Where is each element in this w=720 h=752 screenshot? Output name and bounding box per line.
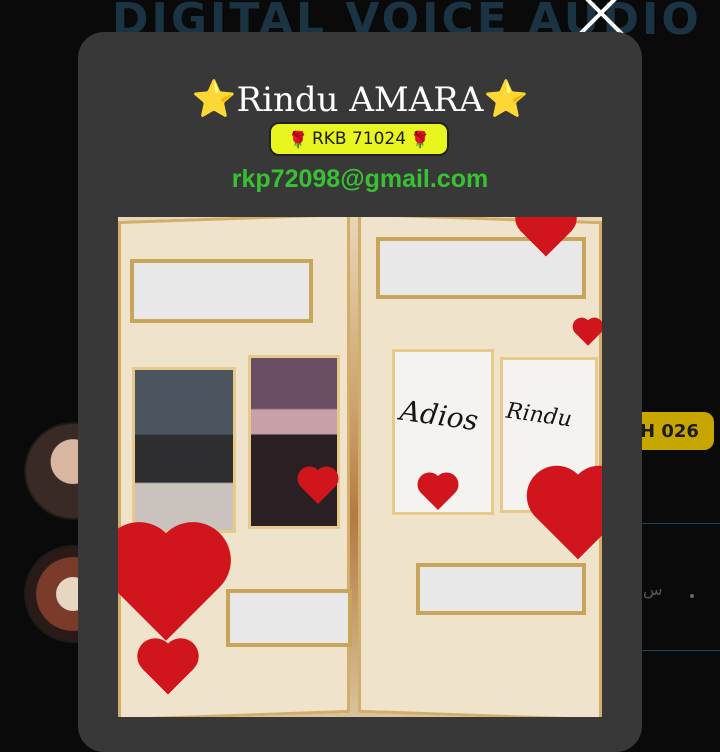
star-icon: ⭐ (191, 79, 237, 120)
dot-icon (690, 594, 694, 598)
profile-photo: Adios Rindu (118, 217, 602, 717)
photo-banner (130, 259, 313, 323)
rose-icon: 🌹 (410, 129, 430, 149)
profile-name: Rindu AMARA (236, 80, 484, 120)
profile-modal: ⭐Rindu AMARA⭐ 🌹 RKB 71024 🌹 rkp72098@gma… (78, 32, 642, 752)
rose-icon: 🌹 (288, 129, 308, 149)
divider (640, 650, 720, 651)
profile-title: ⭐Rindu AMARA⭐ (78, 78, 642, 120)
user-id-tag: 🌹 RKB 71024 🌹 (269, 122, 449, 156)
photo-frame-man (132, 367, 236, 533)
photo-banner (416, 563, 586, 615)
profile-email[interactable]: rkp72098@gmail.com (78, 165, 642, 194)
photo-frame-woman (248, 355, 340, 529)
star-icon: ⭐ (483, 79, 529, 120)
divider (640, 523, 720, 524)
user-id-text: RKB 71024 (311, 129, 407, 149)
photo-banner (226, 589, 352, 647)
list-item-glyph: س (643, 580, 663, 599)
